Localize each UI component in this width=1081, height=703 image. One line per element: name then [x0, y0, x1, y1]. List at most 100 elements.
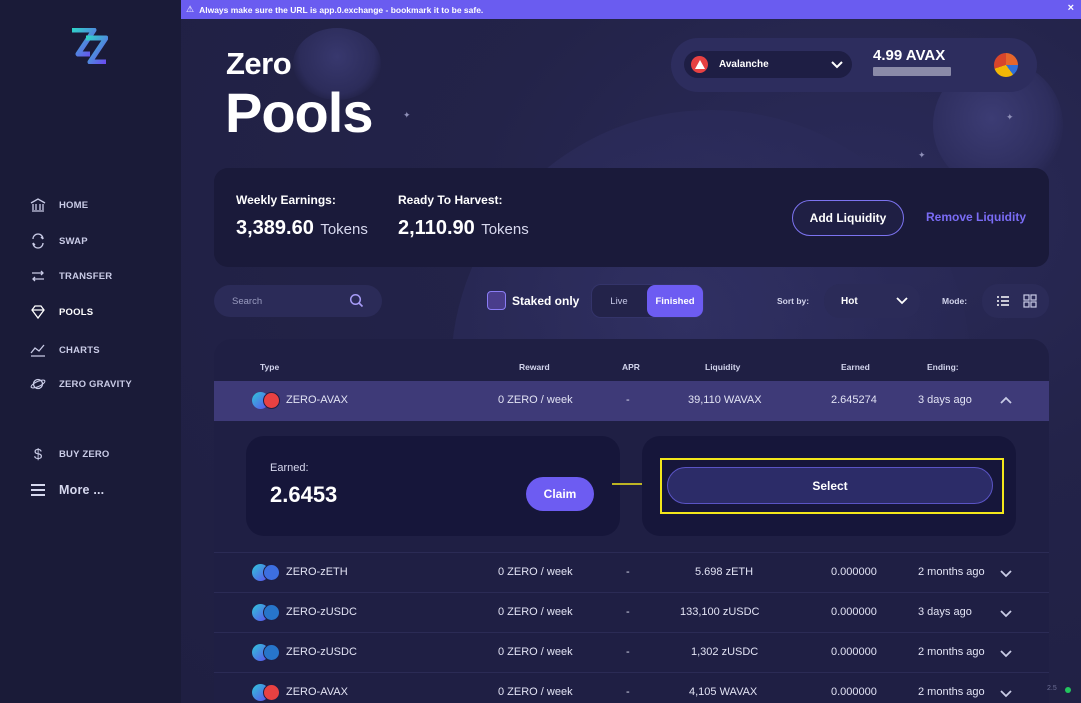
banner-text: Always make sure the URL is app.0.exchan…	[199, 4, 484, 15]
sidebar-item-zero-gravity[interactable]: ZERO GRAVITY	[30, 374, 132, 394]
zero-zeth-pair-icon	[252, 564, 280, 582]
column-header-type: Type	[260, 362, 280, 372]
table-row[interactable]: ZERO-zUSDC 0 ZERO / week - 133,100 zUSDC…	[214, 592, 1049, 632]
list-view-icon[interactable]	[996, 294, 1010, 308]
sort-select[interactable]: Hot	[824, 284, 920, 318]
dollar-icon: $	[33, 445, 43, 463]
chevron-down-icon[interactable]	[999, 647, 1013, 659]
column-header-apr: APR	[622, 362, 640, 372]
search-icon[interactable]	[349, 293, 364, 308]
live-finished-toggle: Live Finished	[591, 284, 704, 318]
chevron-down-icon[interactable]	[999, 687, 1013, 699]
pool-ending: 2 months ago	[918, 566, 985, 578]
pool-reward: 0 ZERO / week	[498, 606, 573, 618]
sidebar-item-label: More ...	[59, 483, 105, 497]
staked-only-checkbox[interactable]	[487, 291, 506, 310]
pool-apr: -	[626, 686, 630, 698]
pool-liquidity: 133,100 zUSDC	[680, 606, 760, 618]
pool-type: ZERO-zUSDC	[286, 646, 357, 658]
warning-icon: ⚠	[186, 4, 195, 14]
sidebar-item-label: TRANSFER	[59, 270, 113, 282]
add-liquidity-button[interactable]: Add Liquidity	[792, 200, 904, 236]
table-row[interactable]: ZERO-zETH 0 ZERO / week - 5.698 zETH 0.0…	[214, 552, 1049, 592]
weekly-earnings-label: Weekly Earnings:	[236, 193, 336, 207]
network-label: Avalanche	[719, 59, 769, 70]
pool-reward: 0 ZERO / week	[498, 646, 573, 658]
staked-only-label: Staked only	[512, 293, 580, 308]
claim-button[interactable]: Claim	[526, 477, 594, 511]
pool-reward: 0 ZERO / week	[498, 566, 573, 578]
diamond-icon	[30, 304, 46, 320]
sidebar-item-label: POOLS	[59, 306, 94, 318]
version-label: 2.5	[1047, 685, 1057, 692]
wallet-address-redacted	[873, 67, 951, 76]
pool-liquidity: 4,105 WAVAX	[689, 686, 758, 698]
ready-to-harvest: Ready To Harvest: 2,110.90 Tokens	[398, 193, 529, 240]
pool-liquidity: 1,302 zUSDC	[691, 646, 759, 658]
chevron-down-icon[interactable]	[999, 607, 1013, 619]
pool-earned: 0.000000	[831, 606, 877, 618]
pool-ending: 2 months ago	[918, 646, 985, 658]
earned-panel: Earned: 2.6453 Claim	[246, 436, 620, 536]
zero-logo-icon[interactable]	[70, 28, 108, 64]
sidebar-item-more[interactable]: More ...	[30, 480, 104, 500]
sidebar-item-label: SWAP	[59, 235, 88, 247]
zero-zusdc-pair-icon	[252, 604, 280, 622]
pool-type: ZERO-AVAX	[286, 686, 348, 698]
remove-liquidity-link[interactable]: Remove Liquidity	[926, 210, 1026, 224]
avalanche-icon	[691, 56, 708, 73]
weekly-earnings: Weekly Earnings: 3,389.60 Tokens	[236, 193, 368, 240]
staked-only-toggle[interactable]: Staked only	[487, 291, 579, 310]
menu-icon	[30, 482, 46, 498]
pool-liquidity: 39,110 WAVAX	[688, 394, 762, 406]
wallet-balance: 4.99 AVAX	[873, 47, 946, 64]
select-button[interactable]: Select	[667, 467, 993, 504]
sidebar-item-transfer[interactable]: TRANSFER	[30, 266, 112, 286]
tab-live[interactable]: Live	[592, 285, 646, 317]
mode-label: Mode:	[942, 296, 968, 306]
sidebar-item-charts[interactable]: CHARTS	[30, 340, 100, 360]
sidebar-item-home[interactable]: HOME	[30, 195, 88, 215]
planet-icon	[30, 376, 46, 392]
search-input[interactable]	[232, 295, 342, 307]
sidebar: HOME SWAP TRANSFER POOLS CHARTS ZERO GRA…	[0, 0, 181, 703]
sidebar-item-buy-zero[interactable]: $ BUY ZERO	[30, 444, 110, 464]
earned-value: 2.6453	[270, 482, 338, 507]
harvest-unit: Tokens	[481, 221, 529, 238]
sparkle-icon: ✦	[1006, 112, 1014, 122]
sparkle-icon: ✦	[403, 110, 411, 120]
chevron-down-icon	[896, 297, 908, 305]
chevron-up-icon[interactable]	[999, 395, 1013, 407]
sidebar-item-swap[interactable]: SWAP	[30, 231, 88, 251]
pool-details-panel: Earned: 2.6453 Claim Select	[214, 421, 1049, 551]
chevron-down-icon[interactable]	[999, 567, 1013, 579]
pools-table: Type Reward APR Liquidity Earned Ending:…	[214, 339, 1049, 703]
table-row[interactable]: ZERO-AVAX 0 ZERO / week - 39,110 WAVAX 2…	[214, 381, 1049, 421]
sidebar-item-pools[interactable]: POOLS	[30, 302, 93, 322]
grid-view-icon[interactable]	[1023, 294, 1037, 308]
stake-panel: Select	[642, 436, 1016, 536]
column-header-earned: Earned	[841, 362, 870, 372]
table-row[interactable]: ZERO-AVAX 0 ZERO / week - 4,105 WAVAX 0.…	[214, 672, 1049, 703]
zero-zusdc-pair-icon	[252, 644, 280, 662]
close-icon[interactable]: ×	[1068, 2, 1074, 14]
column-header-ending: Ending:	[927, 362, 959, 372]
search-field[interactable]	[214, 285, 382, 317]
sidebar-item-label: BUY ZERO	[59, 448, 110, 460]
column-header-reward: Reward	[519, 362, 550, 372]
sort-value: Hot	[841, 295, 858, 307]
transfer-icon	[30, 268, 46, 284]
pool-liquidity: 5.698 zETH	[695, 566, 754, 578]
pool-reward: 0 ZERO / week	[498, 394, 573, 406]
sidebar-item-label: CHARTS	[59, 344, 100, 356]
pool-apr: -	[626, 394, 630, 406]
chart-icon	[30, 342, 46, 358]
pool-type: ZERO-AVAX	[286, 394, 348, 406]
harvest-value: 2,110.90	[398, 217, 475, 239]
network-select[interactable]: Avalanche	[684, 51, 852, 78]
tab-finished[interactable]: Finished	[647, 285, 703, 317]
avatar[interactable]	[994, 53, 1018, 77]
earnings-card: Weekly Earnings: 3,389.60 Tokens Ready T…	[214, 168, 1049, 267]
table-row[interactable]: ZERO-zUSDC 0 ZERO / week - 1,302 zUSDC 0…	[214, 632, 1049, 672]
chevron-down-icon	[831, 61, 843, 69]
